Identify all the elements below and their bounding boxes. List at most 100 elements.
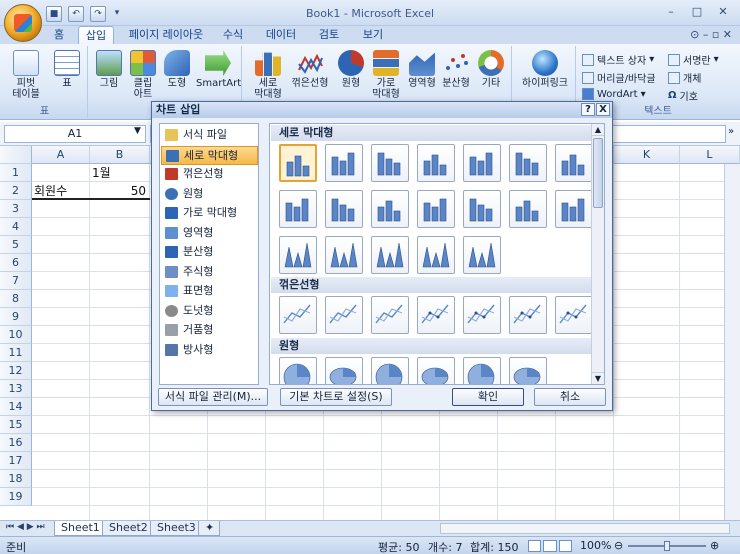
gallery-scrollbar[interactable]: ▲ ▼ <box>591 124 604 384</box>
chart-subtype-column-6[interactable] <box>555 144 593 182</box>
row-header-2[interactable]: 2 <box>0 182 32 200</box>
chart-category-item[interactable]: 세로 막대형 <box>161 145 258 165</box>
chart-subtype-line-2[interactable] <box>371 296 409 334</box>
chart-subtype-column-1[interactable] <box>325 144 363 182</box>
tab-view[interactable]: 보기 <box>358 26 388 44</box>
object-button[interactable]: 개체 <box>668 70 701 85</box>
tab-data[interactable]: 데이터 <box>262 26 300 44</box>
other-chart-button[interactable]: 기타 <box>476 50 506 89</box>
textbox-button[interactable]: 텍스트 상자 ▾ <box>582 52 654 67</box>
tab-review[interactable]: 검토 <box>314 26 344 44</box>
chart-subtype-line-1[interactable] <box>325 296 363 334</box>
ok-button[interactable]: 확인 <box>452 388 524 406</box>
zoom-level[interactable]: 100% <box>580 539 611 552</box>
chart-subtype-column-9[interactable] <box>371 190 409 228</box>
row-header-17[interactable]: 17 <box>0 452 32 470</box>
sheet-tab-2[interactable]: Sheet2 <box>102 521 155 536</box>
line-chart-button[interactable]: 꺾은선형 <box>288 50 332 89</box>
tab-formulas[interactable]: 수식 <box>218 26 248 44</box>
chart-category-item[interactable]: 영역형 <box>161 224 258 243</box>
chart-subtype-column-18[interactable] <box>463 236 501 274</box>
column-header-K[interactable]: K <box>614 146 680 164</box>
chart-subtype-column-10[interactable] <box>417 190 455 228</box>
picture-button[interactable]: 그림 <box>94 50 124 89</box>
hyperlink-button[interactable]: 하이퍼링크 <box>516 50 574 89</box>
row-header-8[interactable]: 8 <box>0 290 32 308</box>
chart-subtype-column-13[interactable] <box>555 190 593 228</box>
smartart-button[interactable]: SmartArt <box>196 50 241 89</box>
page-layout-view-icon[interactable] <box>543 540 557 552</box>
chart-subtype-line-0[interactable] <box>279 296 317 334</box>
ribbon-window-controls[interactable]: ⊙ – ▫ ✕ <box>690 28 732 41</box>
scroll-thumb[interactable] <box>593 138 603 208</box>
row-header-3[interactable]: 3 <box>0 200 32 218</box>
column-header-A[interactable]: A <box>32 146 90 164</box>
chart-category-item[interactable]: 분산형 <box>161 243 258 262</box>
shapes-button[interactable]: 도형 <box>162 50 192 89</box>
pie-chart-button[interactable]: 원형 <box>336 50 366 89</box>
row-header-9[interactable]: 9 <box>0 308 32 326</box>
page-break-view-icon[interactable] <box>558 540 572 552</box>
row-header-4[interactable]: 4 <box>0 218 32 236</box>
redo-icon[interactable]: ↷ <box>90 6 106 22</box>
chart-category-item[interactable]: 서식 파일 <box>161 126 258 145</box>
chart-subtype-column-2[interactable] <box>371 144 409 182</box>
column-header-B[interactable]: B <box>90 146 150 164</box>
chart-subtype-column-8[interactable] <box>325 190 363 228</box>
dialog-close-button[interactable]: X <box>596 103 610 116</box>
chart-subtype-column-4[interactable] <box>463 144 501 182</box>
tab-page-layout[interactable]: 페이지 레이아웃 <box>122 26 210 44</box>
chart-subtype-column-15[interactable] <box>325 236 363 274</box>
row-header-19[interactable]: 19 <box>0 488 32 506</box>
clipart-button[interactable]: 클립 아트 <box>128 50 158 100</box>
chart-category-item[interactable]: 원형 <box>161 185 258 204</box>
zoom-slider-thumb[interactable] <box>664 541 670 551</box>
expand-formula-icon[interactable]: » <box>728 126 734 137</box>
chart-subtype-column-3[interactable] <box>417 144 455 182</box>
tab-home[interactable]: 홈 <box>46 26 72 44</box>
undo-icon[interactable]: ↶ <box>68 6 84 22</box>
chart-subtype-column-11[interactable] <box>463 190 501 228</box>
normal-view-icon[interactable] <box>528 540 542 552</box>
chart-subtype-column-5[interactable] <box>509 144 547 182</box>
chart-subtype-pie-1[interactable] <box>325 357 363 384</box>
signature-button[interactable]: 서명란 ▾ <box>668 52 719 67</box>
symbol-button[interactable]: Ω 기호 <box>668 88 698 103</box>
cancel-button[interactable]: 취소 <box>534 388 606 406</box>
chart-subtype-line-5[interactable] <box>509 296 547 334</box>
wordart-button[interactable]: WordArt ▾ <box>582 88 646 100</box>
chart-category-item[interactable]: 방사형 <box>161 341 258 360</box>
set-default-chart-button[interactable]: 기본 차트로 설정(S) <box>280 388 392 406</box>
row-header-7[interactable]: 7 <box>0 272 32 290</box>
scatter-chart-button[interactable]: 분산형 <box>440 50 472 89</box>
row-header-18[interactable]: 18 <box>0 470 32 488</box>
row-header-6[interactable]: 6 <box>0 254 32 272</box>
maximize-button[interactable]: □ <box>684 4 710 20</box>
chart-category-item[interactable]: 표면형 <box>161 282 258 301</box>
chart-subtype-column-17[interactable] <box>417 236 455 274</box>
row-header-10[interactable]: 10 <box>0 326 32 344</box>
chart-subtype-column-14[interactable] <box>279 236 317 274</box>
select-all-corner[interactable] <box>0 146 32 164</box>
row-header-12[interactable]: 12 <box>0 362 32 380</box>
namebox-dropdown-icon[interactable]: ▼ <box>134 126 141 136</box>
close-button[interactable]: ✕ <box>710 4 736 20</box>
chart-category-item[interactable]: 꺾은선형 <box>161 165 258 184</box>
chart-subtype-column-0[interactable] <box>279 144 317 182</box>
dialog-help-button[interactable]: ? <box>581 103 595 116</box>
chart-subtype-pie-2[interactable] <box>371 357 409 384</box>
chart-subtype-pie-0[interactable] <box>279 357 317 384</box>
row-header-14[interactable]: 14 <box>0 398 32 416</box>
column-chart-button[interactable]: 세로 막대형 <box>252 50 284 100</box>
vertical-scrollbar[interactable] <box>724 164 740 520</box>
chart-subtype-column-12[interactable] <box>509 190 547 228</box>
chart-category-item[interactable]: 도넛형 <box>161 302 258 321</box>
chart-subtype-column-7[interactable] <box>279 190 317 228</box>
save-icon[interactable]: ■ <box>46 6 62 22</box>
chart-subtype-pie-5[interactable] <box>509 357 547 384</box>
row-header-13[interactable]: 13 <box>0 380 32 398</box>
scroll-down-icon[interactable]: ▼ <box>592 372 604 384</box>
chart-subtype-line-6[interactable] <box>555 296 593 334</box>
chart-subtype-line-4[interactable] <box>463 296 501 334</box>
row-header-11[interactable]: 11 <box>0 344 32 362</box>
